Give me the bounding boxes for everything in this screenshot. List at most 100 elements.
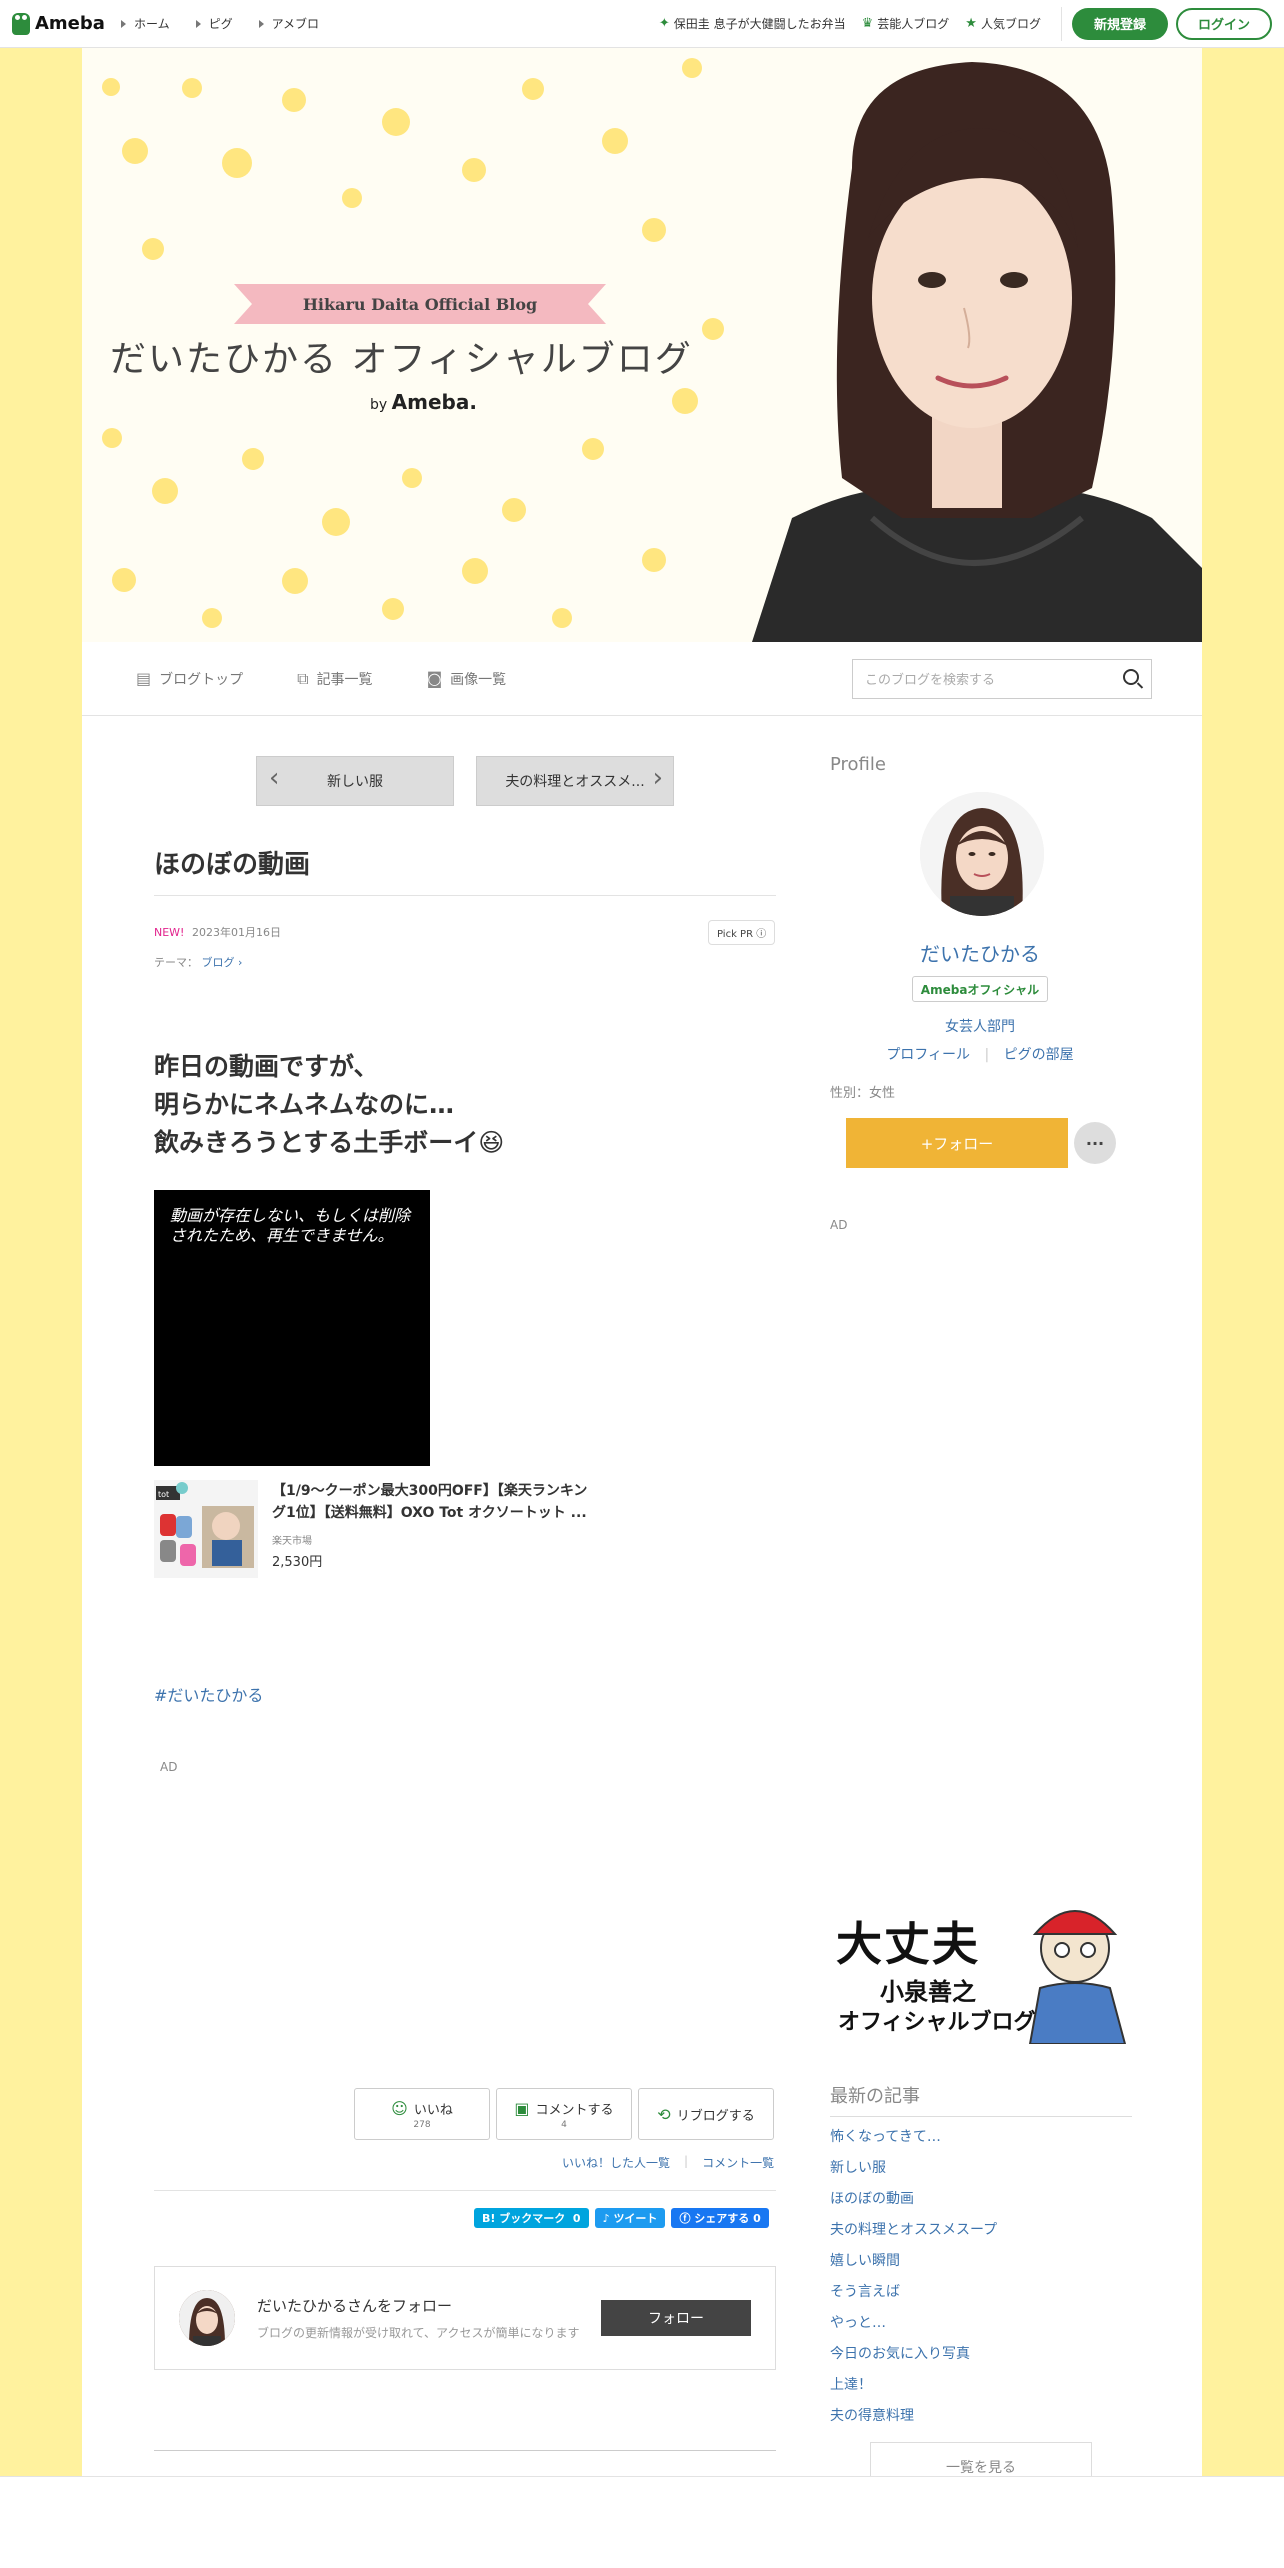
hatena-bookmark-button[interactable]: B! ブックマーク 0 [474,2208,589,2228]
search-icon[interactable] [1123,668,1139,685]
recent-entry-link[interactable]: 嬉しい瞬間 [830,2250,997,2281]
more-menu-button[interactable]: ··· [1074,1122,1116,1164]
reblog-icon: ⟲ [657,2104,671,2124]
profile-avatar[interactable] [920,792,1044,916]
promo-banner[interactable]: 大丈夫 小泉善之 オフィシャルブログ [830,1890,1132,2044]
theme-label: テーマ： [154,956,198,969]
comment-list-link[interactable]: コメント一覧 [702,2154,774,2171]
global-nav: ホーム ピグ アメブロ [121,15,345,32]
popular-blog-link[interactable]: ★ 人気ブログ [965,15,1041,32]
new-badge: NEW! [154,926,185,939]
nav-home[interactable]: ホーム [121,15,170,32]
image-list-label: 画像一覧 [450,671,507,688]
profile-category[interactable]: 女芸人部門 [830,1016,1130,1036]
official-badge: Amebaオフィシャル [912,976,1048,1002]
bottom-bar [0,2476,1284,2568]
entry-list-label: 記事一覧 [316,671,373,688]
sidebar-follow-button[interactable]: +フォロー [846,1118,1068,1168]
recent-entry-link[interactable]: ほのぼの動画 [830,2188,997,2219]
entry-body: 昨日の動画ですが、 明らかにネムネムなのに… 飲みきろうとする土手ボーイ😆 [154,1048,504,1162]
recent-entry-link[interactable]: 今日のお気に入り写真 [830,2343,997,2374]
fb-label: シェアする [694,2212,750,2225]
comment-button[interactable]: ▣ コメントする 4 [496,2088,632,2140]
blog-search-input[interactable]: このブログを検索する [852,658,1152,699]
facebook-icon: ⓕ [679,2212,691,2225]
nav-pigg[interactable]: ピグ [196,15,233,32]
recent-entry-link[interactable]: そう言えば [830,2281,997,2312]
smile-icon: ☺ [391,2098,408,2118]
divider [154,2190,776,2191]
recent-entry-link[interactable]: 上達！ [830,2374,997,2405]
recent-entry-link[interactable]: 夫の得意料理 [830,2405,997,2436]
trending-link[interactable]: ✦ 保田圭 息子が大健闘したお弁当 [659,15,846,32]
liked-list-link[interactable]: いいね！した人一覧 [562,2154,670,2171]
like-button[interactable]: ☺ いいね 278 [354,2088,490,2140]
author-portrait [732,48,1202,642]
action-links: いいね！した人一覧 | コメント一覧 [562,2154,774,2171]
profile-links: プロフィール | ピグの部屋 [830,1044,1130,1064]
product-name[interactable]: 【1/9～クーポン最大300円OFF】【楽天ランキング1位】【送料無料】OXO … [272,1480,592,1524]
like-count: 278 [413,2119,431,2130]
by-ameba: by Ameba. [370,390,477,414]
celebrity-blog-link[interactable]: ♛ 芸能人ブログ [862,15,950,32]
reblog-button[interactable]: ⟲ リブログする [638,2088,774,2140]
document-icon: ▤ [136,669,152,688]
comment-icon: ▣ [514,2098,530,2118]
hatena-count: 0 [572,2211,581,2225]
recent-entry-link[interactable]: 怖くなってきて… [830,2126,997,2157]
blog-top-label: ブログトップ [159,671,244,688]
recent-entry-link[interactable]: 新しい服 [830,2157,997,2188]
recent-entry-link[interactable]: 夫の料理とオススメスープ [830,2219,997,2250]
prev-entry-button[interactable]: 新しい服 [256,756,454,806]
banner-title: 大丈夫 [836,1917,980,1971]
hashtag-link[interactable]: #だいたひかる [154,1682,263,1706]
product-card[interactable]: tot 【1/9～クーポン最大300円OFF】【楽天ランキング1位】【送料無料】… [154,1480,614,1580]
banner-sub: オフィシャルブログ [838,2010,1036,2035]
link-separator: | [984,1047,990,1063]
follow-box: だいたひかるさんをフォロー ブログの更新情報が受け取れて、アクセスが簡単になりま… [154,2266,776,2370]
trending-link-label: 保田圭 息子が大健闘したお弁当 [673,17,846,31]
recent-entry-link[interactable]: やっと… [830,2312,997,2343]
next-entry-button[interactable]: 夫の料理とオススメ... [476,756,674,806]
ameba-logo[interactable]: Ameba [12,12,105,35]
facebook-share-button[interactable]: ⓕ シェアする 0 [671,2208,769,2228]
profile-link[interactable]: プロフィール [886,1047,970,1063]
entry-list-link[interactable]: ⧉ 記事一覧 [297,669,372,689]
profile-name[interactable]: だいたひかる [830,938,1130,967]
sidebar-ad-label: AD [830,1218,848,1232]
comment-label: コメントする [535,2102,614,2118]
tweet-label: ツイート [613,2212,658,2225]
recent-heading: 最新の記事 [830,2082,1132,2117]
search-placeholder: このブログを検索する [865,673,996,688]
crown-icon: ♛ [861,16,874,31]
pick-pr-button[interactable]: Pick PR ⓘ [708,920,776,945]
celebrity-blog-label: 芸能人ブログ [877,17,950,31]
follow-button[interactable]: フォロー [601,2300,751,2336]
tweet-button[interactable]: ♪ ツイート [594,2208,666,2228]
body-line: 飲みきろうとする土手ボーイ😆 [154,1128,505,1157]
product-info: 【1/9～クーポン最大300円OFF】【楽天ランキング1位】【送料無料】OXO … [272,1480,592,1580]
hatena-label: B! ブックマーク [482,2212,566,2225]
video-player[interactable]: 動画が存在しない、もしくは削除されたため、再生できません。 [154,1190,430,1466]
entry-date-text: 2023年01月16日 [191,926,281,939]
login-button[interactable]: ログイン [1175,7,1272,40]
entry-actions: ☺ いいね 278 ▣ コメントする 4 ⟲ リブログする [354,2088,780,2140]
copy-icon: ⧉ [297,668,309,688]
signup-button[interactable]: 新規登録 [1071,7,1168,40]
nav-ameblo[interactable]: アメブロ [259,15,319,32]
entry-theme: テーマ： ブログ › [154,954,242,970]
theme-link[interactable]: ブログ › [202,956,243,969]
image-list-link[interactable]: ◙ 画像一覧 [427,669,507,689]
blog-header-image[interactable]: Hikaru Daita Official Blog だいたひかる オフィシャル… [82,48,1202,642]
blog-subnav: ▤ ブログトップ ⧉ 記事一覧 ◙ 画像一覧 このブログを検索する [82,642,1202,716]
main-panel: ▤ ブログトップ ⧉ 記事一覧 ◙ 画像一覧 このブログを検索する 新しい服 夫… [82,642,1202,2492]
blog-top-link[interactable]: ▤ ブログトップ [136,669,243,689]
pigg-room-link[interactable]: ピグの部屋 [1004,1047,1074,1063]
popular-blog-label: 人気ブログ [980,17,1041,31]
share-buttons: B! ブックマーク 0 ♪ ツイート ⓕ シェアする 0 [474,2208,775,2228]
global-header: Ameba ホーム ピグ アメブロ ✦ 保田圭 息子が大健闘したお弁当 ♛ 芸能… [0,0,1284,48]
ameba-frog-icon [12,12,30,35]
comment-count: 4 [561,2119,567,2130]
author-avatar [179,2290,235,2346]
product-price: 2,530円 [272,1555,323,1570]
